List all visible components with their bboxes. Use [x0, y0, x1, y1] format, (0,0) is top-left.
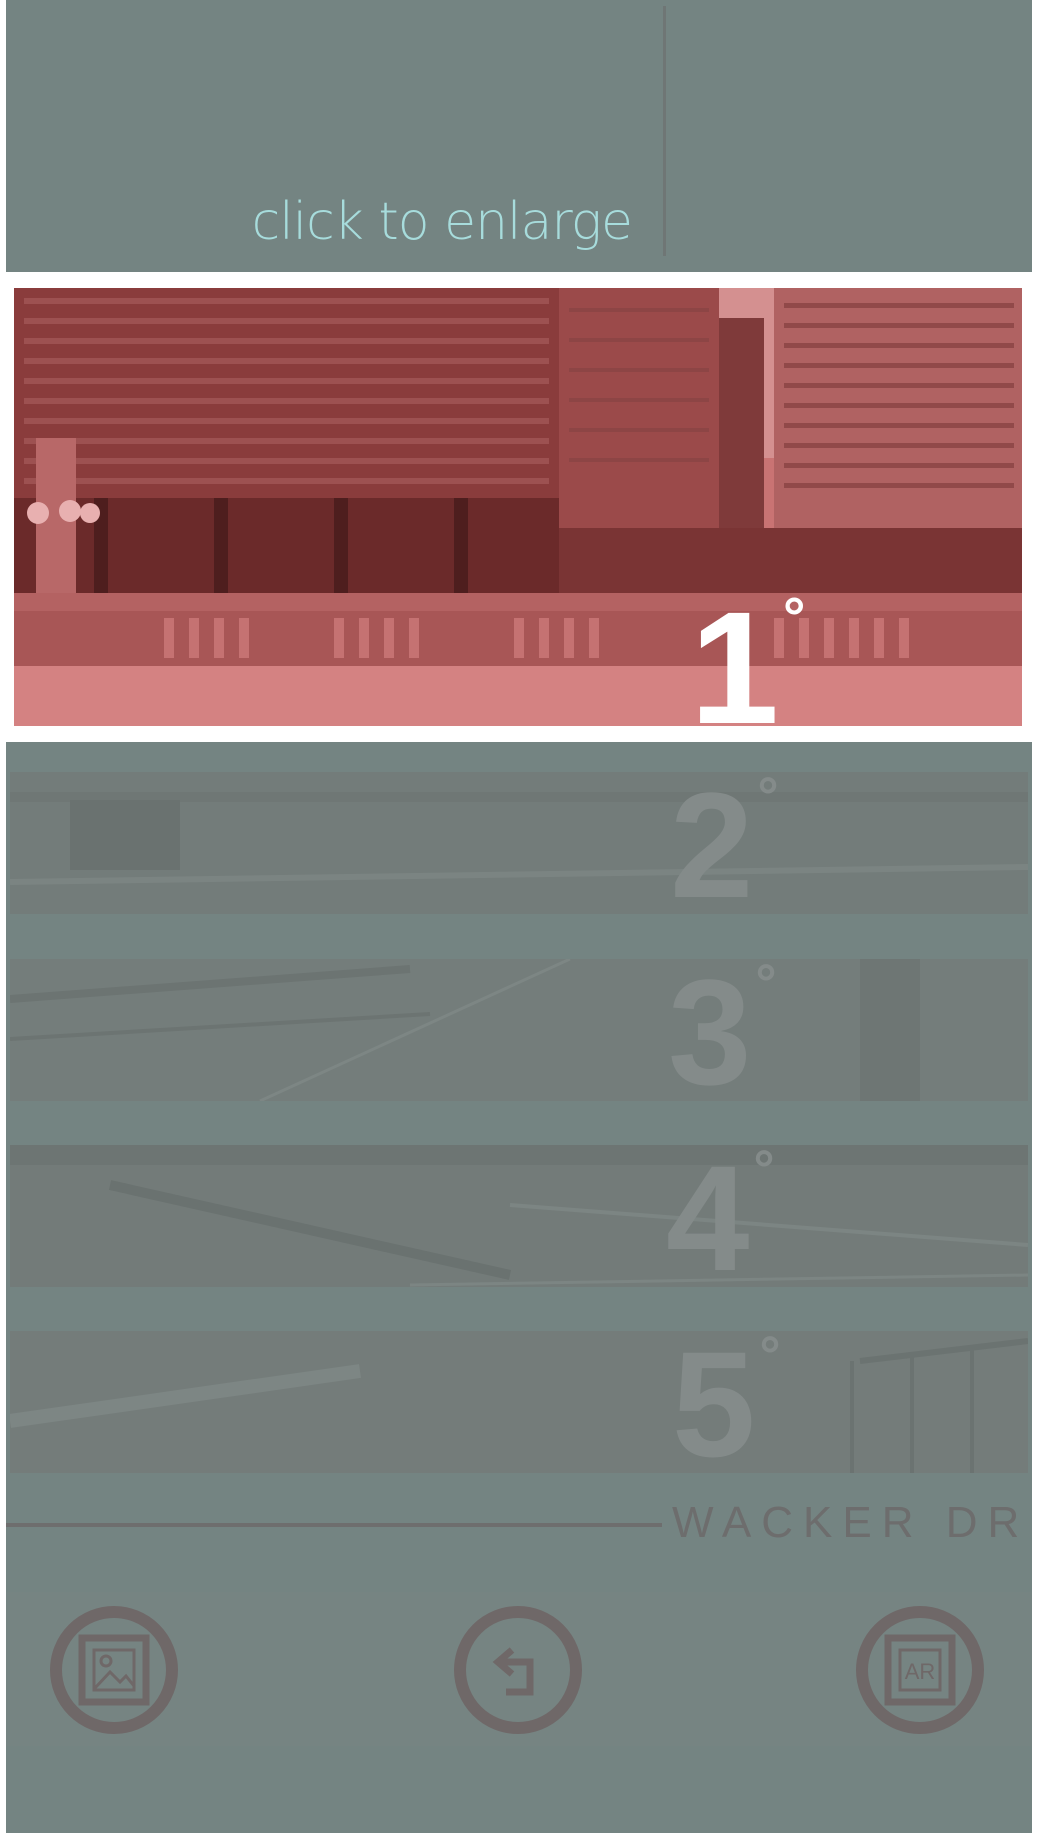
- back-icon: [492, 1647, 534, 1696]
- ar-icon-label: AR: [905, 1659, 936, 1684]
- level-5-value: 5: [672, 1331, 756, 1473]
- level-row-2[interactable]: 2°: [10, 772, 1028, 914]
- main-photo[interactable]: 1°: [14, 288, 1022, 726]
- back-button[interactable]: [454, 1606, 582, 1734]
- level-2-thumbnail: [10, 772, 1028, 914]
- header-divider: [663, 6, 666, 256]
- bottom-toolbar: AR: [6, 1592, 1032, 1746]
- ar-button[interactable]: AR: [856, 1606, 984, 1734]
- street-line: [6, 1523, 662, 1527]
- header-panel: click to enlarge: [6, 0, 1032, 272]
- level-3-thumbnail: [10, 959, 1028, 1101]
- level-number-2: 2°: [670, 772, 778, 914]
- level-row-5[interactable]: 5°: [10, 1331, 1028, 1473]
- degree-symbol: °: [782, 585, 806, 649]
- level-number-3: 3°: [668, 959, 776, 1101]
- level-number-1: 1°: [690, 585, 806, 727]
- level-row-4[interactable]: 4°: [10, 1145, 1028, 1287]
- level-4-value: 4: [666, 1145, 750, 1287]
- level-row-3[interactable]: 3°: [10, 959, 1028, 1101]
- level-number-4: 4°: [666, 1145, 774, 1287]
- degree-symbol: °: [753, 1145, 775, 1200]
- level-5-thumbnail: [10, 1331, 1028, 1473]
- degree-symbol: °: [757, 772, 779, 827]
- degree-symbol: °: [759, 1331, 781, 1386]
- degree-symbol: °: [755, 959, 777, 1014]
- gallery-icon: [78, 1634, 150, 1706]
- street-label: WACKER DR: [672, 1498, 1030, 1547]
- level-2-value: 2: [670, 772, 754, 914]
- gallery-button[interactable]: [50, 1606, 178, 1734]
- level-number-5: 5°: [672, 1331, 780, 1473]
- level-number-1-value: 1: [690, 578, 779, 727]
- city-river-scene: [14, 288, 1022, 726]
- click-to-enlarge-link[interactable]: click to enlarge: [252, 192, 633, 252]
- level-3-value: 3: [668, 959, 752, 1101]
- ar-icon: AR: [884, 1634, 956, 1706]
- level-4-thumbnail: [10, 1145, 1028, 1287]
